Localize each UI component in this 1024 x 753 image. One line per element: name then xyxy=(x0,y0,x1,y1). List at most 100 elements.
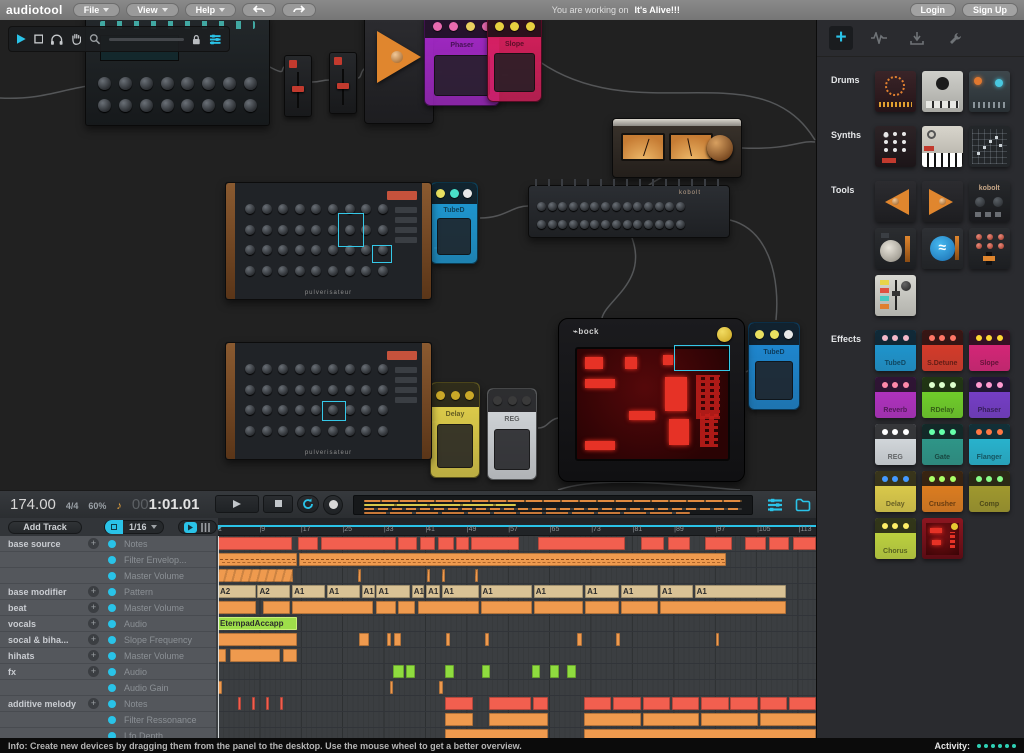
clip[interactable] xyxy=(585,601,619,614)
add-automation-button[interactable]: + xyxy=(88,538,99,549)
timeline-track-lane[interactable] xyxy=(218,680,816,696)
track-color-dot[interactable] xyxy=(108,620,116,628)
redo-button[interactable] xyxy=(282,3,316,17)
track-param-name[interactable]: Pattern xyxy=(124,587,153,597)
signup-button[interactable]: Sign Up xyxy=(962,3,1018,17)
clip[interactable] xyxy=(532,665,540,678)
clip[interactable] xyxy=(475,569,478,582)
clip[interactable]: A1 xyxy=(695,585,786,598)
clip[interactable] xyxy=(482,665,490,678)
clip[interactable] xyxy=(668,537,690,550)
shuffle-value[interactable]: 60% xyxy=(88,501,106,511)
clip[interactable] xyxy=(427,569,430,582)
menu-view[interactable]: View xyxy=(126,3,178,17)
clip[interactable] xyxy=(393,665,404,678)
login-button[interactable]: Login xyxy=(910,3,957,17)
clip[interactable] xyxy=(584,713,641,726)
palette-item-s-detune[interactable]: S.Detune xyxy=(922,330,963,371)
clip[interactable] xyxy=(745,537,767,550)
tube-pedal-device[interactable]: TubeD xyxy=(748,322,800,410)
tab-add-devices[interactable]: + xyxy=(829,26,853,50)
clip[interactable] xyxy=(218,537,292,550)
clip[interactable] xyxy=(760,713,816,726)
clip[interactable] xyxy=(298,537,318,550)
tab-samples[interactable] xyxy=(867,26,891,50)
clip[interactable] xyxy=(730,697,758,710)
clip[interactable]: A1 xyxy=(660,585,693,598)
clip[interactable] xyxy=(442,569,445,582)
undo-button[interactable] xyxy=(242,3,276,17)
palette-item-rasselbock[interactable] xyxy=(875,275,916,316)
browser-folder-icon[interactable] xyxy=(795,498,811,512)
track-group-name[interactable]: vocals xyxy=(8,619,36,629)
timeline-track-lane[interactable] xyxy=(218,600,816,616)
loop-button[interactable] xyxy=(297,495,319,513)
track-color-dot[interactable] xyxy=(108,636,116,644)
timeline-track-lane[interactable] xyxy=(218,728,816,738)
clip[interactable] xyxy=(445,729,548,738)
clip[interactable] xyxy=(238,697,241,710)
add-track-button[interactable]: Add Track xyxy=(8,521,82,534)
clip[interactable] xyxy=(769,537,789,550)
fader-device-2[interactable] xyxy=(329,52,357,114)
clip[interactable] xyxy=(376,601,395,614)
zoom-slider[interactable] xyxy=(109,38,184,41)
clip[interactable] xyxy=(438,537,454,550)
add-automation-button[interactable]: + xyxy=(88,586,99,597)
track-param-name[interactable]: Master Volume xyxy=(124,651,184,661)
add-automation-button[interactable]: + xyxy=(88,650,99,661)
clip[interactable] xyxy=(577,633,581,646)
palette-item-chorus[interactable]: Chorus xyxy=(875,518,916,559)
clip[interactable] xyxy=(660,601,786,614)
clip[interactable] xyxy=(398,601,415,614)
track-color-dot[interactable] xyxy=(108,652,116,660)
timeline-track-lane[interactable]: A2A2A1A1A1A1A1A1A1A1A1A1A1A1A1 xyxy=(218,584,816,600)
clip[interactable] xyxy=(616,633,620,646)
clip[interactable] xyxy=(584,729,816,738)
clip[interactable] xyxy=(471,537,519,550)
track-color-dot[interactable] xyxy=(108,684,116,692)
delay-pedal-device[interactable]: Delay xyxy=(430,382,480,478)
pulverisateur-device-1[interactable]: pulverisateur xyxy=(225,182,432,300)
clip[interactable] xyxy=(481,601,532,614)
timeline-track-lane[interactable] xyxy=(218,536,816,552)
add-automation-button[interactable]: + xyxy=(88,698,99,709)
bock-matrix-device[interactable]: ⌁bock xyxy=(558,318,745,482)
add-automation-button[interactable]: + xyxy=(88,634,99,645)
clip[interactable] xyxy=(621,601,658,614)
track-param-name[interactable]: Slope Frequency xyxy=(124,635,192,645)
timeline-track-lane[interactable] xyxy=(218,664,816,680)
track-row[interactable]: base modifier+Pattern xyxy=(0,584,216,600)
fader-device-1[interactable] xyxy=(284,55,312,117)
record-button[interactable] xyxy=(323,495,343,515)
clip[interactable] xyxy=(760,697,788,710)
time-signature[interactable]: 4/4 xyxy=(66,501,79,511)
clip[interactable] xyxy=(446,633,450,646)
track-group-name[interactable]: additive melody xyxy=(8,699,76,709)
add-automation-button[interactable]: + xyxy=(88,666,99,677)
clip[interactable] xyxy=(230,649,280,662)
clip[interactable]: A1 xyxy=(362,585,375,598)
clip[interactable] xyxy=(641,537,664,550)
clip[interactable] xyxy=(439,681,443,694)
snap-control[interactable]: 1/16 xyxy=(104,520,164,534)
track-row[interactable]: Filter Envelop... xyxy=(0,552,216,568)
track-color-dot[interactable] xyxy=(108,540,116,548)
clip[interactable]: A1 xyxy=(376,585,409,598)
pulverisateur-device-2[interactable]: pulverisateur xyxy=(225,342,432,460)
vu-compressor-device[interactable] xyxy=(612,118,742,178)
clip[interactable] xyxy=(716,633,720,646)
clip[interactable] xyxy=(672,697,700,710)
palette-item-reg[interactable]: REG xyxy=(875,424,916,465)
track-row[interactable]: fx+Audio xyxy=(0,664,216,680)
timeline-track-lane[interactable] xyxy=(218,712,816,728)
palette-item-gramophone[interactable] xyxy=(875,228,916,269)
clip[interactable] xyxy=(406,665,414,678)
clip[interactable] xyxy=(263,601,290,614)
clip[interactable] xyxy=(643,713,700,726)
clip[interactable] xyxy=(538,537,625,550)
lock-icon[interactable] xyxy=(192,34,201,45)
palette-item-kobolt[interactable]: kobolt xyxy=(969,181,1010,222)
clip[interactable] xyxy=(789,697,816,710)
clip[interactable] xyxy=(321,537,395,550)
